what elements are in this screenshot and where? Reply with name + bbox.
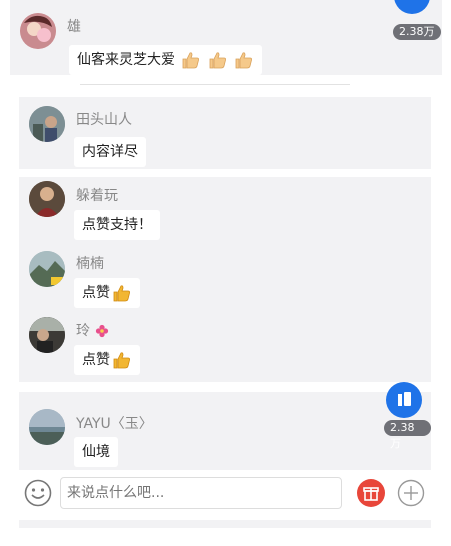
like-button[interactable]	[386, 382, 422, 418]
avatar[interactable]	[29, 106, 65, 142]
comment-card: YAYU〈玉〉 仙境 2.38万	[19, 382, 431, 470]
avatar[interactable]	[20, 13, 56, 49]
like-count: 2.38万	[393, 24, 441, 40]
comment-card: 田头山人 内容详尽	[19, 97, 431, 169]
emoji-icon[interactable]	[24, 479, 52, 511]
commenter-name: 楠楠	[76, 256, 104, 272]
thumbs-up-icon	[110, 285, 132, 302]
comment-input-bar	[12, 471, 432, 517]
comment-card: 躲着玩 点赞支持！ 楠楠 点赞 玲 点赞	[19, 177, 431, 382]
comment-text: 内容详尽	[74, 137, 146, 167]
avatar[interactable]	[29, 181, 65, 217]
flower-icon	[94, 323, 110, 339]
comment-text: 点赞支持！	[74, 210, 160, 240]
comment-text: 点赞	[74, 278, 140, 308]
avatar[interactable]	[29, 251, 65, 287]
comment-text: 点赞	[74, 345, 140, 375]
comment-text: 仙客来灵芝大爱	[69, 45, 263, 75]
commenter-name: YAYU〈玉〉	[76, 416, 153, 432]
avatar[interactable]	[29, 317, 65, 353]
thumbs-up-icon	[110, 352, 132, 369]
commenter-name: 玲	[76, 320, 110, 340]
thumbs-up-icon	[179, 52, 205, 69]
comment-input[interactable]	[60, 477, 342, 509]
like-button[interactable]	[394, 0, 430, 14]
commenter-name: 田头山人	[76, 112, 132, 128]
divider	[80, 84, 350, 85]
thumbs-up-icon	[232, 52, 254, 69]
commenter-name: 躲着玩	[76, 188, 118, 204]
thumbs-up-icon	[206, 52, 232, 69]
gift-icon[interactable]	[357, 479, 385, 511]
like-count: 2.38万	[384, 420, 431, 450]
comment-text: 仙境	[74, 437, 118, 467]
avatar[interactable]	[29, 409, 65, 445]
commenter-name: 雄	[67, 19, 81, 35]
comment-card-top: 雄 仙客来灵芝大爱 2.38万	[10, 0, 442, 75]
bottom-divider	[19, 520, 431, 528]
add-icon[interactable]	[397, 479, 425, 511]
